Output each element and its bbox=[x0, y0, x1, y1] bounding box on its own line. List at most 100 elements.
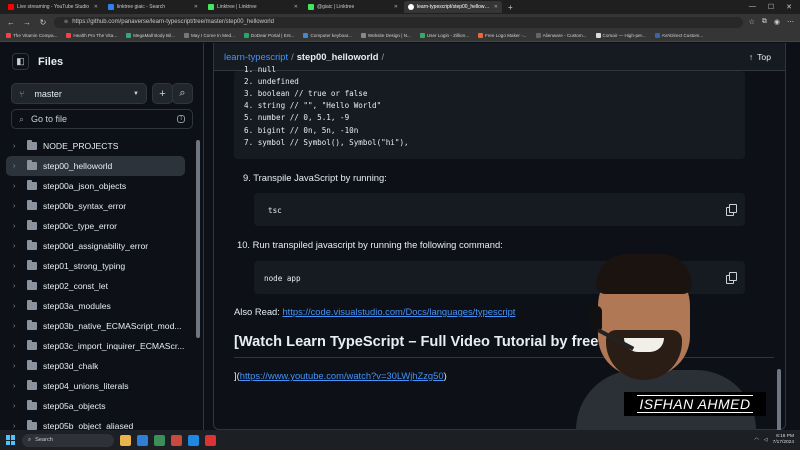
bookmark[interactable]: Corsair — High-per... bbox=[595, 33, 646, 38]
tree-item[interactable]: › step03d_chalk bbox=[0, 356, 190, 376]
tree-item[interactable]: › step03c_import_inquirer_ECMAScr... bbox=[0, 336, 190, 356]
bookmark-icon bbox=[243, 33, 249, 38]
profile-icon[interactable]: ◉ bbox=[774, 18, 780, 26]
bookmark[interactable]: Alienware - Custom... bbox=[535, 33, 587, 38]
tree-item[interactable]: › step01_strong_typing bbox=[0, 256, 190, 276]
breadcrumb-current: step00_helloworld bbox=[296, 51, 379, 62]
bookmark[interactable]: The Vitamin Compa... bbox=[6, 33, 57, 38]
browser-tab-active[interactable]: learn-typescript/step00_hellowo... ✕ bbox=[404, 1, 502, 13]
bookmark[interactable]: May I Come In Med... bbox=[183, 33, 235, 38]
close-icon[interactable]: ✕ bbox=[94, 4, 98, 10]
chevron-right-icon[interactable]: › bbox=[13, 183, 24, 190]
video-link[interactable]: https://www.youtube.com/watch?v=30LWjhZz… bbox=[240, 370, 444, 381]
code-line: 1. null bbox=[244, 65, 277, 74]
bookmark[interactable]: Computer keyboar... bbox=[303, 33, 352, 38]
bookmark[interactable]: Free Logo Maker -... bbox=[477, 33, 527, 38]
chevron-right-icon[interactable]: › bbox=[13, 363, 24, 370]
tree-item[interactable]: › step00d_assignability_error bbox=[0, 236, 190, 256]
clock[interactable]: 8:16 PM 7/17/2024 bbox=[773, 434, 794, 446]
chevron-right-icon[interactable]: › bbox=[13, 323, 24, 330]
windows-start-icon[interactable] bbox=[6, 435, 16, 445]
tree-item[interactable]: › step00b_syntax_error bbox=[0, 196, 190, 216]
step-10-text: 10. Run transpiled javascript by running… bbox=[237, 239, 503, 250]
screen: Live streaming - YouTube Studio ✕ linktre… bbox=[0, 0, 800, 450]
browser-tab[interactable]: @giaic | Linktree ✕ bbox=[304, 1, 402, 13]
reload-icon[interactable]: ↻ bbox=[38, 18, 48, 27]
minimize-icon[interactable]: — bbox=[749, 3, 756, 11]
bookmark[interactable]: DoDear Portal | Ent... bbox=[243, 33, 294, 38]
chevron-right-icon[interactable]: › bbox=[13, 303, 24, 310]
sidebar-title: Files bbox=[38, 55, 64, 68]
wifi-icon[interactable]: ◠ bbox=[754, 437, 758, 443]
code-line: tsc bbox=[268, 206, 282, 215]
tree-item[interactable]: › step00a_json_objects bbox=[0, 176, 190, 196]
address-input[interactable]: ⊜ https://github.com/panaverse/learn-type… bbox=[54, 16, 743, 28]
close-icon[interactable]: ✕ bbox=[294, 4, 298, 10]
chevron-right-icon[interactable]: › bbox=[13, 243, 24, 250]
chevron-right-icon[interactable]: › bbox=[13, 223, 24, 230]
add-file-button[interactable]: + bbox=[152, 83, 173, 104]
search-button[interactable]: ⌕ bbox=[172, 83, 193, 104]
breadcrumb-separator: / bbox=[291, 51, 294, 62]
chrome-browser-icon[interactable] bbox=[154, 434, 165, 446]
tree-item[interactable]: › step02_const_let bbox=[0, 276, 190, 296]
breadcrumb-separator: / bbox=[381, 51, 385, 62]
breadcrumb-repo-link[interactable]: learn-typescript bbox=[224, 51, 288, 62]
tree-item[interactable]: › NODE_PROJECTS bbox=[0, 136, 190, 156]
new-tab-button[interactable]: + bbox=[504, 3, 517, 12]
bookmark[interactable]: Health Pro The Vita... bbox=[66, 33, 117, 38]
back-icon[interactable]: ← bbox=[6, 18, 16, 27]
tree-item[interactable]: › step04_unions_literals bbox=[0, 376, 190, 396]
tree-item[interactable]: › step03b_native_ECMAScript_mod... bbox=[0, 316, 190, 336]
collapse-sidebar-icon[interactable]: ◧ bbox=[12, 53, 29, 70]
bookmark-icon bbox=[66, 33, 72, 38]
bookmark[interactable]: Website Design | N... bbox=[360, 33, 411, 38]
browser-actions: ☆ ⧉ ◉ ⋯ bbox=[749, 18, 794, 26]
site-info-icon[interactable]: ⊜ bbox=[64, 19, 68, 25]
close-icon[interactable]: ✕ bbox=[494, 4, 498, 10]
tree-item-selected[interactable]: › step00_helloworld bbox=[6, 156, 185, 176]
chevron-right-icon[interactable]: › bbox=[13, 143, 24, 150]
chevron-right-icon[interactable]: › bbox=[13, 423, 24, 430]
chevron-right-icon[interactable]: › bbox=[13, 383, 24, 390]
top-button[interactable]: ↑ Top bbox=[749, 52, 771, 62]
browser-tab[interactable]: Linktree | Linktree ✕ bbox=[204, 1, 302, 13]
tree-item[interactable]: › step03a_modules bbox=[0, 296, 190, 316]
more-icon[interactable]: ⋯ bbox=[787, 18, 794, 26]
linktree-icon bbox=[308, 4, 314, 10]
bookmark[interactable]: MegaMall Body Bil... bbox=[126, 33, 175, 38]
vscode-icon[interactable] bbox=[188, 434, 199, 446]
bookmark[interactable]: AVADirect Custom... bbox=[654, 33, 703, 38]
favorite-icon[interactable]: ☆ bbox=[749, 18, 755, 26]
bookmark[interactable]: User Login - Zillion... bbox=[419, 33, 469, 38]
sidebar-scrollbar[interactable] bbox=[196, 140, 200, 338]
chevron-right-icon[interactable]: › bbox=[13, 343, 24, 350]
close-icon[interactable]: ✕ bbox=[394, 4, 398, 10]
go-to-file-input[interactable]: ⌕ Go to file t bbox=[11, 109, 193, 129]
maximize-icon[interactable]: ☐ bbox=[768, 3, 774, 11]
chevron-right-icon[interactable]: › bbox=[13, 403, 24, 410]
tree-item[interactable]: › step05a_objects bbox=[0, 396, 190, 416]
forward-icon[interactable]: → bbox=[22, 18, 32, 27]
copy-icon[interactable] bbox=[726, 204, 737, 216]
bing-icon bbox=[108, 4, 114, 10]
edge-browser-icon[interactable] bbox=[137, 434, 148, 446]
chevron-right-icon[interactable]: › bbox=[13, 263, 24, 270]
browser-tab[interactable]: Live streaming - YouTube Studio ✕ bbox=[4, 1, 102, 13]
recording-app-icon[interactable] bbox=[205, 434, 216, 446]
chevron-right-icon[interactable]: › bbox=[13, 203, 24, 210]
app-icon[interactable] bbox=[171, 434, 182, 446]
taskbar-search[interactable]: ⌕ Search bbox=[22, 433, 114, 447]
extensions-icon[interactable]: ⧉ bbox=[762, 18, 767, 26]
volume-icon[interactable]: ◁ bbox=[764, 437, 768, 443]
close-window-icon[interactable]: ✕ bbox=[786, 3, 792, 11]
file-explorer-icon[interactable] bbox=[120, 434, 131, 446]
chevron-right-icon[interactable]: › bbox=[13, 283, 24, 290]
chevron-right-icon[interactable]: › bbox=[13, 163, 24, 170]
branch-selector[interactable]: ⑂ master ▼ bbox=[11, 83, 147, 104]
step-9-text: 9. Transpile JavaScript by running: bbox=[243, 172, 387, 183]
browser-tab[interactable]: linktree giaic - Search ✕ bbox=[104, 1, 202, 13]
close-icon[interactable]: ✕ bbox=[194, 4, 198, 10]
tree-item[interactable]: › step00c_type_error bbox=[0, 216, 190, 236]
also-read-link[interactable]: https://code.visualstudio.com/Docs/langu… bbox=[282, 306, 515, 317]
